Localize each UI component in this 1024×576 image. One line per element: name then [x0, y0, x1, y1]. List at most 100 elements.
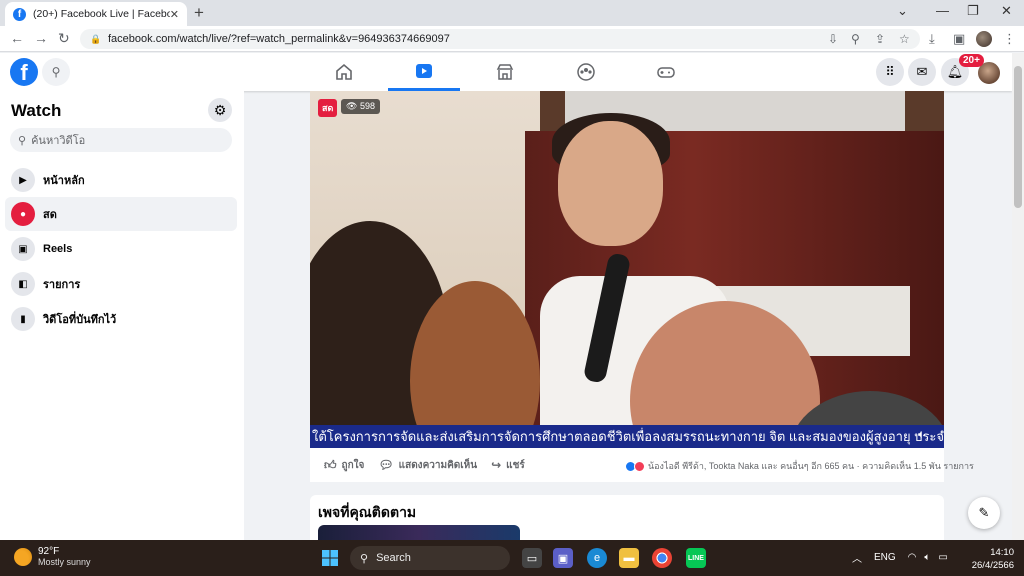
share-button[interactable]: ↪ แชร์	[491, 458, 525, 473]
reaction-summary[interactable]: น้องไอดี พีรีด้า, Tookta Naka และ คนอื่น…	[625, 459, 974, 473]
taskbar-search-label: Search	[376, 552, 411, 564]
sidebar-item-shows[interactable]: ◧ รายการ	[5, 267, 237, 301]
bookmark-star-icon[interactable]: ☆	[899, 32, 910, 46]
live-video-player[interactable]	[310, 91, 944, 448]
zoom-icon[interactable]: ⚲	[851, 32, 860, 46]
section-title: เพจที่คุณติดตาม	[318, 504, 417, 520]
sidebar-item-label: สด	[43, 209, 57, 221]
share-label: แชร์	[506, 459, 525, 471]
messenger-icon[interactable]: ✉	[908, 58, 936, 86]
facebook-favicon-icon: f	[13, 7, 26, 21]
sidebar-item-home[interactable]: ▶ หน้าหลัก	[5, 163, 237, 197]
bookmark-icon: ▮	[11, 307, 35, 331]
line-app-icon[interactable]: LINE	[686, 548, 706, 568]
comment-button[interactable]: 💬︎ แสดงความคิดเห็น	[378, 458, 477, 473]
caption-ticker: ใต้โครงการการจัดและส่งเสริมการจัดการศึกษ…	[310, 425, 944, 448]
lock-icon[interactable]: 🔒	[90, 34, 101, 45]
clock-time: 14:10	[990, 547, 1014, 558]
reaction-summary-text: น้องไอดี พีรีด้า, Tookta Naka และ คนอื่น…	[648, 461, 974, 471]
back-arrow-icon[interactable]: ←	[10, 30, 24, 46]
downloads-icon[interactable]: ⤓	[929, 31, 935, 47]
scrollbar-thumb[interactable]	[1014, 66, 1022, 208]
weather-description: Mostly sunny	[38, 557, 91, 567]
clock-date: 26/4/2566	[971, 560, 1014, 571]
comment-icon: 💬︎	[378, 458, 394, 472]
shows-icon: ◧	[11, 272, 35, 296]
file-explorer-icon[interactable]: ▬	[619, 548, 639, 568]
system-tray: ︿ ENG ◠ 🔈︎ ▭	[852, 550, 948, 565]
chrome-taskbar-icon[interactable]	[652, 548, 672, 568]
home-video-icon: ▶	[11, 168, 35, 192]
battery-icon[interactable]: ▭	[938, 552, 947, 563]
browser-tab-bar: f (20+) Facebook Live | Facebook ✕ + ⌄ —…	[0, 0, 1024, 26]
viewer-count: 👁︎ 598	[341, 99, 380, 114]
sidebar-item-label: วิดีโอที่บันทึกไว้	[43, 314, 117, 326]
url-omnibox[interactable]: 🔒 facebook.com/watch/live/?ref=watch_per…	[80, 29, 920, 49]
chrome-menu-icon[interactable]: ⋮	[1003, 31, 1016, 47]
sidebar-item-live[interactable]: ● สด	[5, 197, 237, 231]
show-hidden-icons-chevron-icon[interactable]: ︿	[852, 550, 862, 565]
live-badge: สด	[318, 99, 338, 117]
video-search-placeholder: ค้นหาวิดีโอ	[31, 135, 86, 147]
menu-grid-icon[interactable]: ⠿	[876, 58, 904, 86]
gear-icon[interactable]: ⚙	[208, 98, 232, 122]
new-message-icon[interactable]: ✎	[968, 497, 1000, 529]
comment-label: แสดงความคิดเห็น	[398, 459, 478, 471]
live-icon: ●	[11, 202, 35, 226]
install-app-icon[interactable]: ⇩	[828, 32, 838, 46]
wifi-icon[interactable]: ◠	[908, 552, 917, 563]
facebook-search-icon[interactable]: ⚲	[42, 58, 70, 86]
like-label: ถูกใจ	[341, 459, 365, 471]
new-tab-button[interactable]: +	[194, 3, 204, 23]
love-reaction-icon	[634, 460, 645, 472]
watch-sidebar: Watch ⚙ ⚲ ค้นหาวิดีโอ ▶ หน้าหลัก ● สด ▣ …	[0, 91, 244, 540]
windows-taskbar: 92°F Mostly sunny ⚲ Search ▭ ▣ e ▬ LINE …	[0, 540, 1024, 576]
watch-icon[interactable]	[388, 53, 460, 91]
facebook-top-bar: f ⚲ ⠿ ✉ 🔔︎	[0, 53, 1012, 91]
chrome-profile-avatar[interactable]	[976, 31, 992, 47]
taskbar-search[interactable]: ⚲ Search	[350, 546, 510, 570]
side-panel-icon[interactable]: ▣	[953, 31, 965, 47]
search-icon: ⚲	[360, 552, 369, 565]
teams-chat-icon[interactable]: ▣	[553, 548, 573, 568]
forward-arrow-icon[interactable]: →	[34, 30, 48, 46]
language-indicator[interactable]: ENG	[874, 552, 896, 563]
sidebar-item-reels[interactable]: ▣ Reels	[5, 232, 237, 266]
tab-title: (20+) Facebook Live | Facebook	[33, 8, 170, 20]
url-text[interactable]: facebook.com/watch/live/?ref=watch_perma…	[108, 33, 450, 45]
home-icon[interactable]	[308, 53, 380, 91]
video-thumbnail[interactable]	[318, 525, 520, 540]
marketplace-icon[interactable]	[469, 53, 541, 91]
windows-start-icon[interactable]	[320, 548, 340, 568]
reload-icon[interactable]: ↻	[58, 30, 70, 47]
share-icon[interactable]: ⇪	[875, 32, 885, 46]
page-title: Watch	[11, 101, 62, 120]
weather-widget[interactable]: 92°F Mostly sunny	[14, 546, 91, 567]
speaker-icon[interactable]: 🔈︎	[924, 552, 930, 563]
facebook-logo-icon[interactable]: f	[10, 58, 38, 86]
groups-icon[interactable]	[550, 53, 622, 91]
notification-count-badge: 20+	[959, 54, 984, 67]
sunny-weather-icon	[14, 547, 32, 566]
sidebar-item-label: Reels	[43, 243, 73, 255]
viewer-count-value: 598	[359, 101, 375, 111]
tab-close-icon[interactable]: ✕	[170, 8, 179, 21]
gaming-icon[interactable]	[630, 53, 702, 91]
edge-browser-icon[interactable]: e	[587, 548, 607, 568]
like-button[interactable]: 👍︎ ถูกใจ	[324, 458, 364, 473]
maximize-button[interactable]: ❐	[967, 3, 979, 19]
minimize-button[interactable]: —	[936, 3, 949, 18]
eye-icon: 👁︎	[346, 101, 358, 111]
volume-icon[interactable]: 🔈︎	[918, 427, 925, 442]
task-view-icon[interactable]: ▭	[522, 548, 542, 568]
search-icon: ⚲	[18, 134, 27, 147]
browser-tab[interactable]: f (20+) Facebook Live | Facebook ✕	[5, 2, 187, 26]
weather-temperature: 92°F	[38, 546, 60, 557]
close-window-button[interactable]: ✕	[1001, 3, 1012, 19]
sidebar-item-saved-videos[interactable]: ▮ วิดีโอที่บันทึกไว้	[5, 302, 237, 336]
taskbar-clock[interactable]: 14:10 26/4/2566	[970, 546, 1014, 572]
tab-search-chevron-icon[interactable]: ⌄	[897, 3, 908, 19]
address-bar-row: ← → ↻ 🔒 facebook.com/watch/live/?ref=wat…	[0, 26, 1024, 52]
reels-icon: ▣	[11, 237, 35, 261]
video-search-input[interactable]: ⚲ ค้นหาวิดีโอ	[10, 128, 232, 152]
